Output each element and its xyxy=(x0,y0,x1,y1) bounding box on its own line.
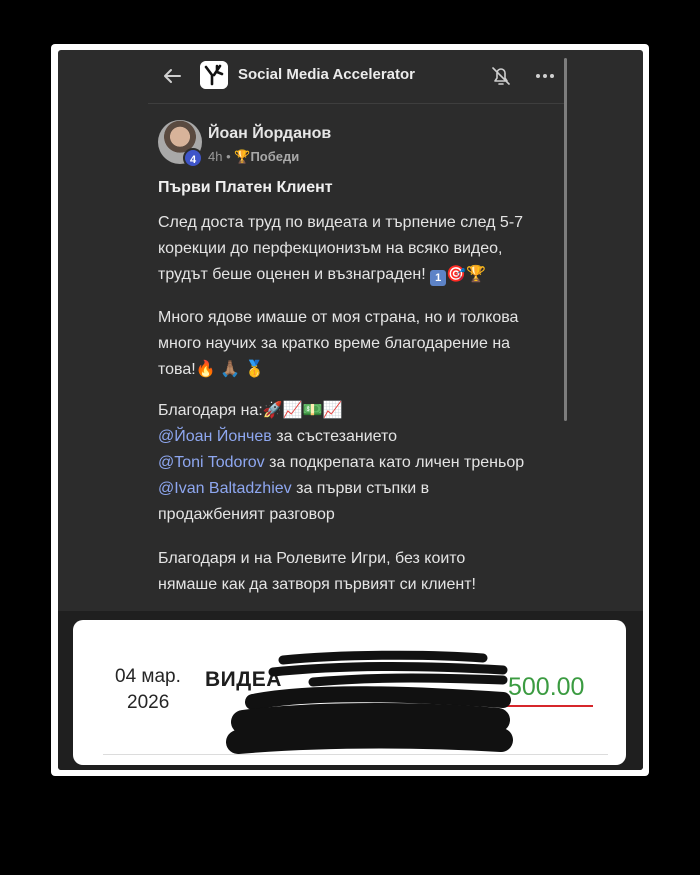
text-line: След доста труд по видеата и търпение сл… xyxy=(158,214,524,231)
mention-text: за подкрепата като личен треньор xyxy=(264,454,525,471)
app-header: Social Media Accelerator xyxy=(58,50,643,103)
app-title: Social Media Accelerator xyxy=(238,66,416,83)
trophy-icon: 🏆 xyxy=(234,149,251,164)
receipt-card: 04 мар. 2026 ВИДЕА 500.00 xyxy=(73,620,626,765)
arrow-left-icon[interactable] xyxy=(158,62,186,90)
mention-text: за първи стъпки в xyxy=(291,480,430,497)
transaction-amount: 500.00 xyxy=(508,673,585,701)
text-segment: това! xyxy=(158,361,196,378)
app-screen: Social Media Accelerator 4 Йоан Йорданов… xyxy=(58,50,643,770)
mention-link[interactable]: @Йоан Йончев xyxy=(158,428,272,445)
text-segment: Благодаря на: xyxy=(158,402,263,419)
post-paragraph-2: Много ядове имаше от моя страна, но и то… xyxy=(158,305,563,383)
number-one-emoji-icon: 1 xyxy=(430,270,447,286)
text-line: корекции до перфекционизъм на всяко виде… xyxy=(158,240,503,257)
post-category[interactable]: Победи xyxy=(250,149,299,164)
text-line: нямаше как да затворя първият си клиент! xyxy=(158,576,476,593)
mention-line: @Ivan Baltadzhiev за първи стъпки в xyxy=(158,476,563,502)
text-segment: трудът беше оценен и възнаграден! xyxy=(158,266,426,283)
text-line: Благодаря и на Ролевите Игри, без които xyxy=(158,550,466,567)
scrollbar[interactable] xyxy=(564,58,567,421)
amount-underline xyxy=(504,705,593,707)
transaction-date: 04 мар. xyxy=(115,666,181,687)
emoji-group: 🎯🏆 xyxy=(446,266,486,283)
header-divider xyxy=(148,103,564,104)
text-line: това!🔥 🙏🏽 🥇 xyxy=(158,357,563,383)
more-horizontal-icon[interactable] xyxy=(532,63,558,89)
author-name[interactable]: Йоан Йорданов xyxy=(208,125,331,143)
text-line: трудът беше оценен и възнаграден! 1 🎯🏆 xyxy=(158,262,563,288)
text-line: Много ядове имаше от моя страна, но и то… xyxy=(158,309,519,326)
transaction-year: 2026 xyxy=(127,692,170,713)
post-meta: 4h • 🏆Победи xyxy=(208,149,299,165)
redaction-scribble xyxy=(226,650,513,754)
bell-off-icon[interactable] xyxy=(488,63,514,89)
post-paragraph-1: След доста труд по видеата и търпение сл… xyxy=(158,210,563,288)
text-line: продажбеният разговор xyxy=(158,506,335,523)
mention-link[interactable]: @Ivan Baltadzhiev xyxy=(158,480,292,497)
level-badge: 4 xyxy=(183,148,203,168)
mention-line: @Toni Todorov за подкрепата като личен т… xyxy=(158,450,563,476)
mention-link[interactable]: @Toni Todorov xyxy=(158,454,265,471)
post-title: Първи Платен Клиент xyxy=(158,179,333,196)
post-time: 4h xyxy=(208,149,223,164)
emoji-group: 🚀📈💵📈 xyxy=(262,402,343,419)
post-paragraph-4: Благодаря и на Ролевите Игри, без които … xyxy=(158,546,563,598)
emoji-group: 🔥 🙏🏽 🥇 xyxy=(195,361,265,378)
app-logo-icon xyxy=(200,61,228,89)
text-line: много научих за кратко време благодарени… xyxy=(158,335,511,352)
mention-line: @Йоан Йончев за състезанието xyxy=(158,424,563,450)
receipt-separator xyxy=(103,754,608,755)
text-line: Благодаря на:🚀📈💵📈 xyxy=(158,398,563,424)
post-paragraph-3: Благодаря на:🚀📈💵📈 @Йоан Йончев за състез… xyxy=(158,398,563,528)
mention-text: за състезанието xyxy=(271,428,398,445)
